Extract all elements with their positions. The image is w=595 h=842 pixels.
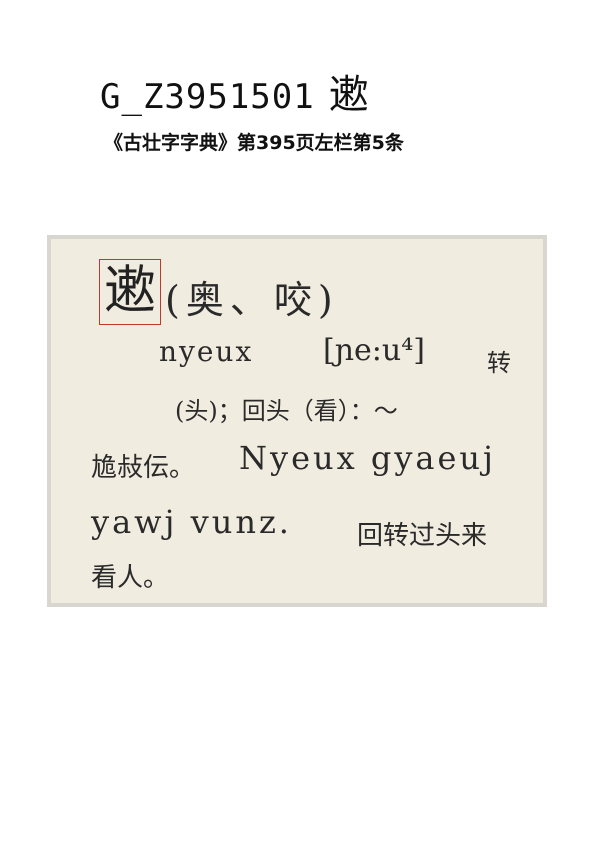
example-romanization-line2: yawj vunz.	[91, 503, 292, 541]
dictionary-scan: 遬 (奥、咬) nyeux [ɲe:u⁴] 转 (头)；回头（看）：～ 尯敊伝。…	[47, 235, 547, 607]
head-character: 遬	[99, 259, 161, 325]
example-characters: 尯敊伝。	[91, 453, 196, 483]
gloss-part2: (头)；回头（看）：～	[175, 397, 398, 425]
translation-line2: 看人。	[91, 563, 170, 593]
source-reference: 《古壮字字典》第395页左栏第5条	[104, 132, 404, 154]
variant-characters: (奥、咬)	[165, 278, 339, 322]
ipa: [ɲe:u⁴]	[323, 333, 425, 368]
entry-code: G_Z3951501	[100, 77, 315, 117]
translation-line1: 回转过头来	[357, 521, 488, 551]
romanization: nyeux	[159, 335, 254, 368]
gloss-part1: 转	[487, 349, 511, 377]
example-romanization-line1: Nyeux gyaeuj	[239, 439, 496, 477]
page-title: G_Z3951501 遬	[100, 62, 370, 120]
entry-glyph: 遬	[328, 72, 370, 118]
